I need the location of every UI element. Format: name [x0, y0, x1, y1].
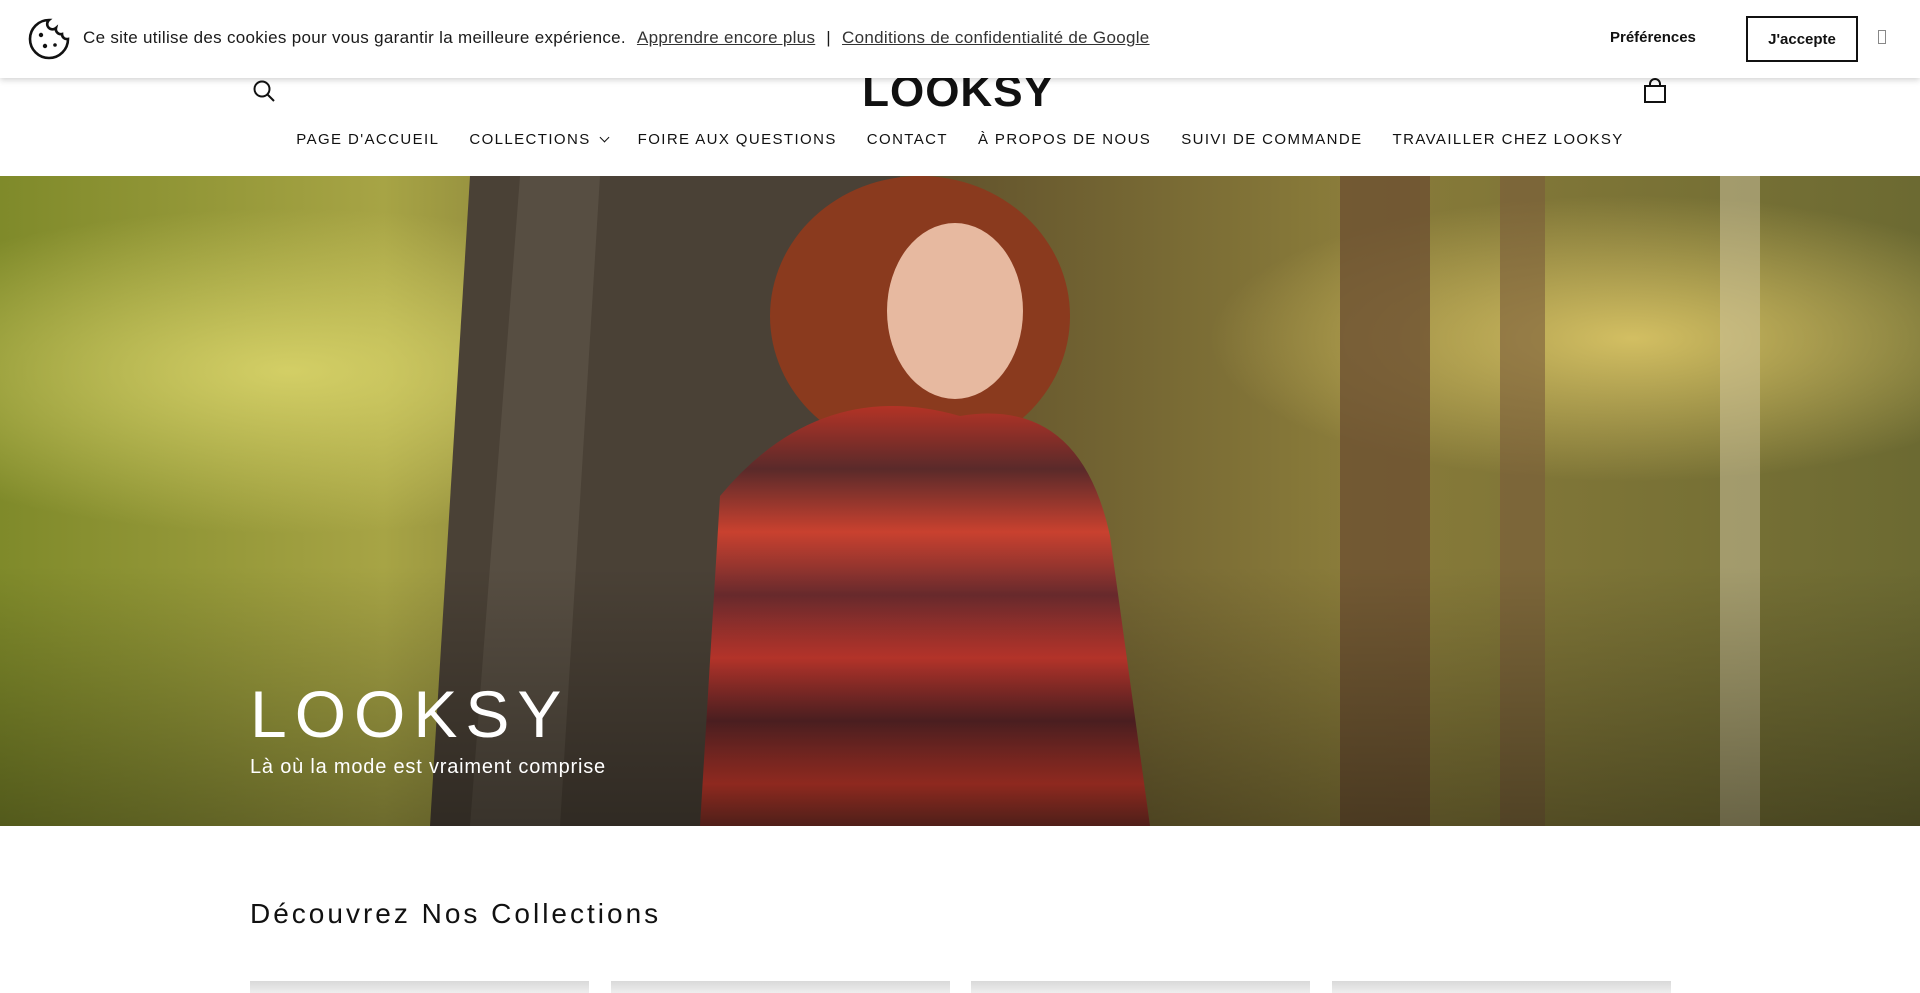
collection-card[interactable] — [1332, 981, 1671, 993]
cookie-icon — [28, 18, 70, 60]
cookie-message-text: Ce site utilise des cookies pour vous ga… — [83, 28, 626, 47]
nav-item-careers[interactable]: TRAVAILLER CHEZ LOOKSY — [1393, 131, 1624, 148]
cookie-consent-bar: Ce site utilise des cookies pour vous ga… — [0, 0, 1920, 78]
hero-subtitle: Là où la mode est vraiment comprise — [250, 756, 606, 778]
cookie-message: Ce site utilise des cookies pour vous ga… — [83, 28, 1150, 48]
preferences-button[interactable]: Préférences — [1610, 29, 1696, 46]
nav-item-order-tracking[interactable]: SUIVI DE COMMANDE — [1181, 131, 1362, 148]
collection-card[interactable] — [971, 981, 1310, 993]
chevron-down-icon — [599, 132, 610, 143]
main-navigation: PAGE D'ACCUEIL COLLECTIONS FOIRE AUX QUE… — [0, 131, 1920, 148]
nav-item-collections[interactable]: COLLECTIONS — [469, 131, 610, 148]
link-separator: | — [826, 28, 831, 47]
hero-banner: LOOKSY Là où la mode est vraiment compri… — [0, 176, 1920, 826]
search-icon[interactable] — [252, 79, 276, 103]
nav-item-contact[interactable]: CONTACT — [867, 131, 948, 148]
hero-title: LOOKSY — [250, 677, 570, 751]
close-icon[interactable] — [1878, 30, 1886, 44]
nav-item-about[interactable]: À PROPOS DE NOUS — [978, 131, 1151, 148]
collections-heading: Découvrez Nos Collections — [250, 898, 662, 929]
privacy-link[interactable]: Conditions de confidentialité de Google — [842, 28, 1150, 47]
cart-icon[interactable] — [1643, 78, 1667, 104]
nav-item-home[interactable]: PAGE D'ACCUEIL — [296, 131, 439, 148]
accept-cookies-button[interactable]: J'accepte — [1746, 16, 1858, 62]
collection-card[interactable] — [611, 981, 950, 993]
learn-more-link[interactable]: Apprendre encore plus — [637, 28, 815, 47]
collection-card[interactable] — [250, 981, 589, 993]
nav-item-faq[interactable]: FOIRE AUX QUESTIONS — [638, 131, 837, 148]
